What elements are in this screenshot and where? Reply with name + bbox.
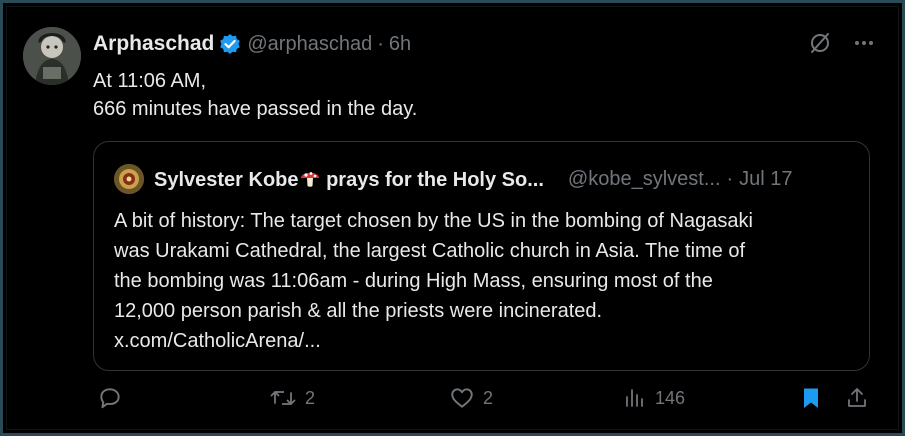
quoted-text-line: the bombing was 11:06am - during High Ma… xyxy=(114,270,713,292)
views-count: 146 xyxy=(655,387,686,408)
quoted-link[interactable]: x.com/CatholicArena/... xyxy=(114,326,851,356)
separator-dot: · xyxy=(377,32,384,55)
post-top-actions xyxy=(808,31,876,55)
verified-badge-icon[interactable] xyxy=(219,33,241,55)
mushroom-emoji-icon xyxy=(299,167,321,189)
quoted-text-line: A bit of history: The target chosen by t… xyxy=(114,210,753,232)
share-button[interactable] xyxy=(845,385,869,411)
grok-icon[interactable] xyxy=(808,31,832,55)
post-text-line: At 11:06 AM, xyxy=(93,70,207,92)
quoted-handle: @kobe_sylvest... xyxy=(567,167,721,190)
quoted-date: Jul 17 xyxy=(739,167,793,190)
share-icon xyxy=(845,385,869,411)
quoted-display-name-part: prays for the Holy So... xyxy=(320,168,544,191)
like-count: 2 xyxy=(483,387,494,408)
post-header: Arphaschad @arphaschad · 6h xyxy=(93,29,878,59)
timestamp[interactable]: 6h xyxy=(389,33,411,56)
post-text: At 11:06 AM, 666 minutes have passed in … xyxy=(93,67,868,123)
quoted-display-name-part: Sylvester Kobe xyxy=(154,168,299,191)
quoted-display-name: Sylvester Kobe prays for the Holy So... xyxy=(154,167,544,192)
repost-button[interactable]: 2 xyxy=(269,385,315,411)
repost-count: 2 xyxy=(305,387,316,408)
reply-button[interactable] xyxy=(97,385,131,411)
quoted-separator-dot: · xyxy=(726,167,734,190)
bookmark-button[interactable] xyxy=(799,385,823,411)
window-frame: Arphaschad @arphaschad · 6h At 11:06 AM,… xyxy=(0,0,905,436)
reply-icon xyxy=(97,385,123,411)
like-icon xyxy=(449,385,475,411)
avatar[interactable] xyxy=(23,27,81,85)
action-bar: 2 2 146 xyxy=(93,385,878,415)
quoted-text-line: 12,000 person parish & all the priests w… xyxy=(114,300,603,322)
quoted-post[interactable]: Sylvester Kobe prays for the Holy So... … xyxy=(93,141,870,371)
views-icon xyxy=(623,385,647,411)
repost-icon xyxy=(269,385,297,411)
handle[interactable]: @arphaschad xyxy=(247,33,372,56)
more-icon[interactable] xyxy=(852,31,876,55)
quoted-post-header: Sylvester Kobe prays for the Holy So... … xyxy=(114,162,853,196)
display-name[interactable]: Arphaschad xyxy=(93,32,214,56)
like-button[interactable]: 2 xyxy=(449,385,493,411)
views-button[interactable]: 146 xyxy=(623,385,685,411)
quoted-text-line: was Urakami Cathedral, the largest Catho… xyxy=(114,240,746,262)
bookmark-icon xyxy=(799,385,823,411)
post-text-line: 666 minutes have passed in the day. xyxy=(93,98,418,120)
avatar-image xyxy=(23,27,81,85)
quoted-post-text: A bit of history: The target chosen by t… xyxy=(114,206,851,356)
post-card[interactable]: Arphaschad @arphaschad · 6h At 11:06 AM,… xyxy=(6,6,899,430)
quoted-avatar xyxy=(114,164,144,194)
